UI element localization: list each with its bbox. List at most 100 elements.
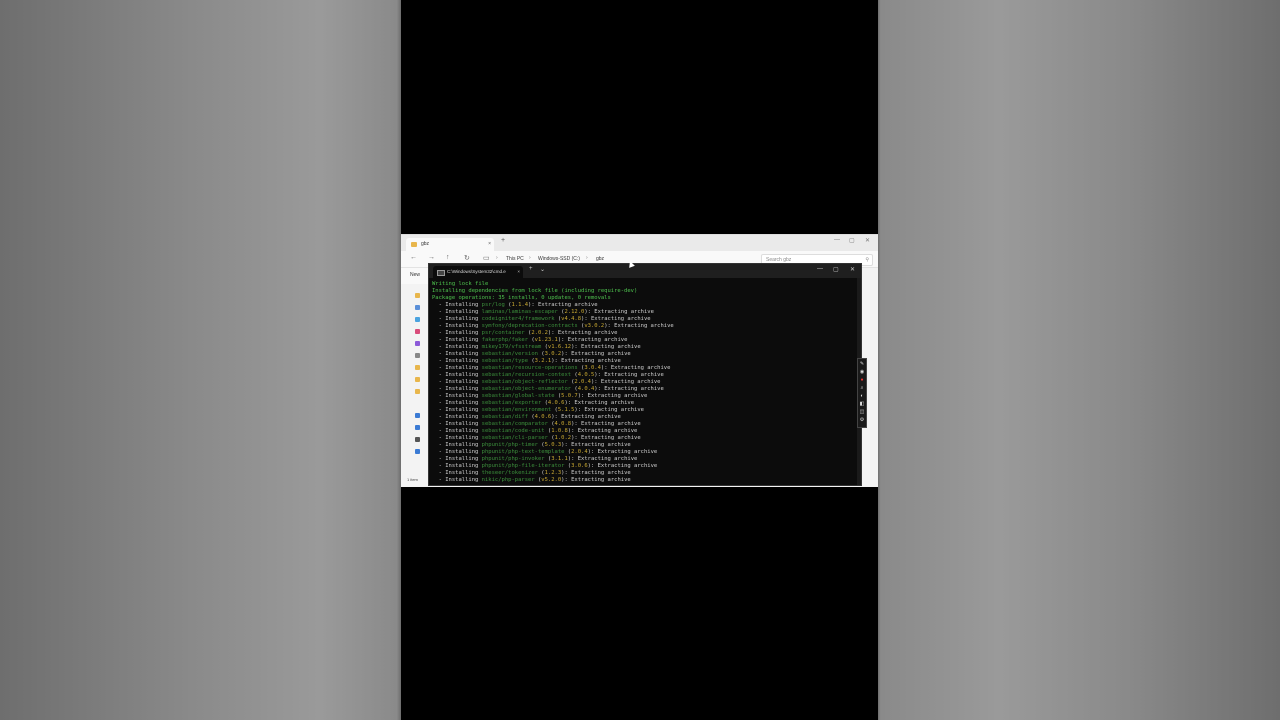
package-name: psr/log (481, 302, 505, 308)
paren: ( (571, 372, 578, 378)
install-suffix: ): Extracting archive (547, 330, 618, 336)
computer-icon: ▭ (483, 255, 490, 262)
package-name: fakerphp/faker (481, 337, 529, 343)
package-version: 4.0.5 (577, 372, 595, 378)
sidebar-music-icon[interactable] (415, 329, 420, 334)
terminal-tab[interactable]: C:\Windows\System32\cmd.e × (433, 266, 523, 278)
terminal-line: - Installing laminas/laminas-escaper (2.… (432, 309, 858, 316)
close-tab-icon[interactable]: × (488, 238, 491, 251)
install-suffix: ): Extracting archive (557, 337, 628, 343)
maximize-button[interactable]: ▢ (833, 266, 839, 273)
terminal-output[interactable]: Writing lock file Installing dependencies… (432, 281, 858, 484)
settings-icon[interactable]: ⚙ (859, 417, 865, 423)
terminal-line: - Installing symfony/deprecation-contrac… (432, 323, 858, 330)
package-version: 3.0.6 (571, 463, 588, 469)
sidebar-documents-icon[interactable] (415, 305, 420, 310)
new-button[interactable]: New (410, 272, 420, 278)
camera-icon[interactable]: ◉ (859, 369, 865, 375)
search-icon[interactable]: ⌕ (859, 385, 865, 391)
sidebar-folder-icon[interactable] (415, 377, 420, 382)
install-suffix: ): Extracting archive (571, 344, 641, 350)
sidebar-videos-icon[interactable] (415, 341, 420, 346)
package-name: phpunit/php-invoker (481, 456, 545, 462)
sidebar-this-pc-icon[interactable] (415, 413, 420, 418)
sidebar-network-icon[interactable] (415, 353, 420, 358)
terminal-line-text: Package operations: 35 installs, 0 updat… (432, 295, 611, 301)
terminal-line: - Installing sebastian/recursion-context… (432, 372, 858, 379)
layout-icon[interactable]: ◧ (859, 401, 865, 407)
install-suffix: ): Extracting archive (577, 393, 648, 399)
sidebar-folder-icon[interactable] (415, 365, 420, 370)
close-window-button[interactable]: ✕ (850, 266, 855, 273)
cmd-icon (437, 270, 445, 276)
install-suffix: ): Extracting archive (571, 435, 641, 441)
minimize-button[interactable]: — (817, 266, 823, 272)
minimize-button[interactable]: — (834, 237, 840, 243)
sidebar-network-icon[interactable] (415, 449, 420, 454)
breadcrumb-gbz[interactable]: gbz (596, 256, 604, 262)
package-version: 4.0.6 (534, 414, 552, 420)
terminal-line: - Installing sebastian/version (3.0.2): … (432, 351, 858, 358)
up-arrow-icon[interactable]: ↑ (446, 254, 450, 261)
install-suffix: ): Extracting archive (564, 400, 635, 406)
paren: ( (528, 414, 535, 420)
new-tab-button[interactable]: + (501, 237, 505, 244)
sidebar-folder-icon[interactable] (415, 389, 420, 394)
install-prefix: - Installing (432, 330, 482, 336)
dropdown-chevron-icon[interactable]: ⌄ (540, 266, 545, 273)
record-icon[interactable]: ● (859, 377, 865, 383)
terminal-line: - Installing phpunit/php-text-template (… (432, 449, 858, 456)
terminal-line: - Installing sebastian/diff (4.0.6): Ext… (432, 414, 858, 421)
terminal-line: - Installing sebastian/cli-parser (1.0.2… (432, 435, 858, 442)
install-suffix: ): Extracting archive (561, 470, 631, 476)
package-version: 2.0.4 (574, 379, 591, 385)
sidebar-folder-icon[interactable] (415, 293, 420, 298)
package-name: sebastian/type (481, 358, 529, 364)
paren: ( (547, 421, 555, 427)
package-version: 2.0.4 (571, 449, 588, 455)
install-suffix: ): Extracting archive (574, 407, 644, 413)
maximize-button[interactable]: ▢ (849, 237, 855, 244)
paren: ( (528, 358, 535, 364)
install-prefix: - Installing (432, 400, 482, 406)
pen-icon[interactable]: ✎ (859, 361, 865, 367)
install-suffix: ): Extracting archive (571, 421, 641, 427)
breadcrumb-this-pc[interactable]: This PC (506, 256, 524, 262)
close-window-button[interactable]: ✕ (865, 237, 870, 244)
install-prefix: - Installing (432, 351, 482, 357)
paren: ( (537, 351, 545, 357)
terminal-titlebar: C:\Windows\System32\cmd.e × + ⌄ — ▢ ✕ (429, 264, 861, 278)
terminal-line: - Installing sebastian/code-unit (1.0.8)… (432, 428, 858, 435)
package-name: sebastian/diff (481, 414, 529, 420)
window-icon[interactable]: ◫ (859, 409, 865, 415)
package-version: 1.2.3 (544, 470, 562, 476)
package-name: phpunit/php-file-iterator (481, 463, 565, 469)
new-tab-button[interactable]: + (529, 266, 533, 272)
package-name: sebastian/object-reflector (481, 379, 568, 385)
sidebar-drive-icon[interactable] (415, 437, 420, 442)
sidebar-drive-icon[interactable] (415, 425, 420, 430)
back-arrow-icon[interactable]: ← (410, 254, 417, 261)
install-suffix: ): Extracting archive (561, 351, 631, 357)
forward-arrow-icon[interactable]: → (428, 254, 435, 261)
install-suffix: ): Extracting archive (594, 386, 664, 392)
terminal-line: - Installing sebastian/resource-operatio… (432, 365, 858, 372)
package-version: 3.0.2 (544, 351, 562, 357)
explorer-tab-title: gbz (421, 241, 430, 247)
install-prefix: - Installing (432, 302, 482, 308)
install-prefix: - Installing (432, 365, 482, 371)
mic-icon[interactable]: ◐ (859, 393, 865, 399)
close-tab-icon[interactable]: × (517, 266, 520, 278)
package-name: nikic/php-parser (481, 477, 535, 483)
sidebar-pictures-icon[interactable] (415, 317, 420, 322)
paren: ( (528, 337, 535, 343)
explorer-tab[interactable]: gbz × (406, 238, 494, 251)
terminal-line: - Installing fakerphp/faker (v1.23.1): E… (432, 337, 858, 344)
refresh-icon[interactable]: ↻ (464, 254, 470, 262)
terminal-line: - Installing psr/log (1.1.4): Extracting… (432, 302, 858, 309)
status-item-count: 1 item (407, 477, 418, 482)
terminal-line: - Installing phpunit/php-file-iterator (… (432, 463, 858, 470)
package-version: v3.0.2 (584, 323, 605, 329)
breadcrumb-drive[interactable]: Windows-SSD (C:) (538, 256, 580, 262)
terminal-line: - Installing sebastian/exporter (4.0.6):… (432, 400, 858, 407)
